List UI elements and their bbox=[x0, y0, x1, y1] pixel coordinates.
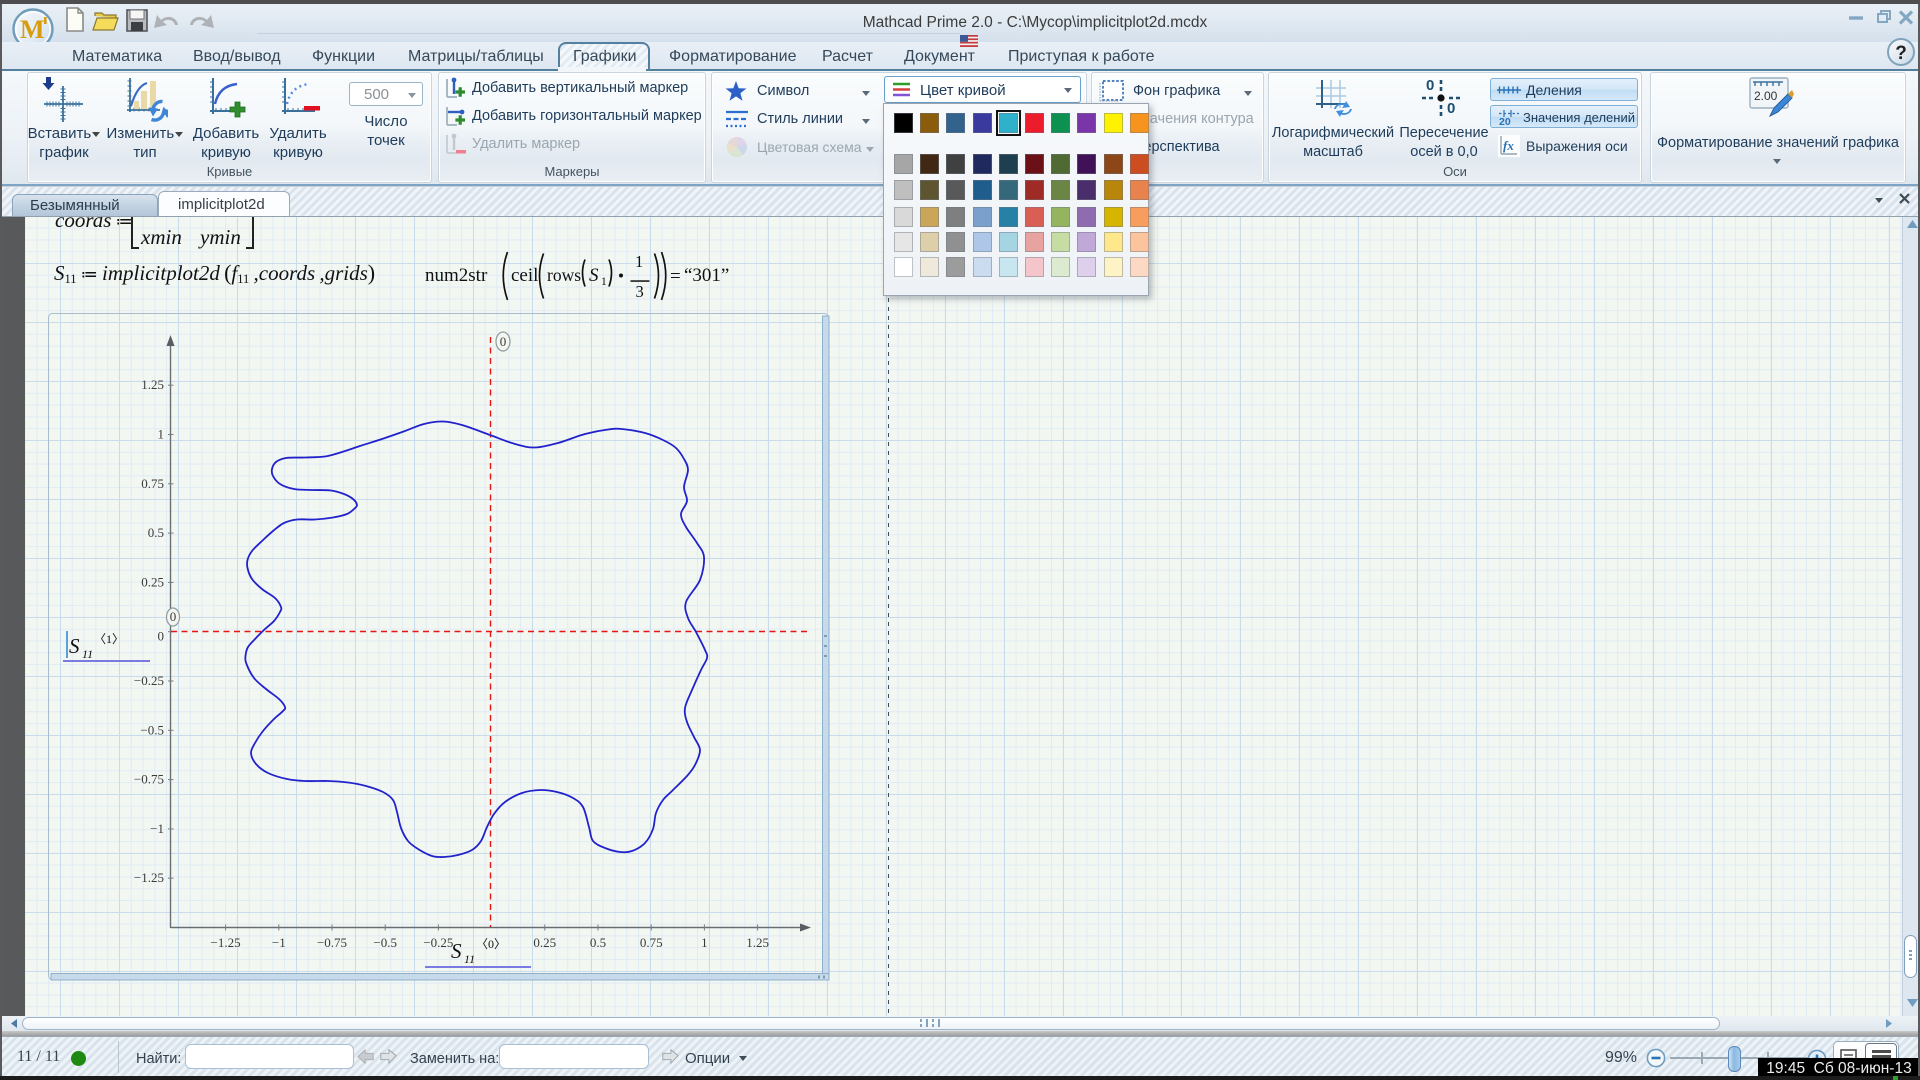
svg-text:〈1〉: 〈1〉 bbox=[94, 632, 124, 646]
svg-text:−0.5: −0.5 bbox=[373, 935, 397, 950]
svg-text:0.5: 0.5 bbox=[148, 525, 164, 540]
svg-text:fx: fx bbox=[1503, 138, 1514, 153]
svg-text:0.75: 0.75 bbox=[141, 476, 164, 491]
svg-text:0: 0 bbox=[170, 609, 177, 624]
svg-text:ceil: ceil bbox=[511, 265, 538, 286]
svg-text:−1: −1 bbox=[150, 821, 164, 836]
svg-text:num2str: num2str bbox=[425, 265, 488, 286]
svg-text:−0.25: −0.25 bbox=[423, 935, 453, 950]
svg-text:0.75: 0.75 bbox=[640, 935, 663, 950]
svg-text:〈0〉: 〈0〉 bbox=[476, 937, 506, 951]
svg-text:1.25: 1.25 bbox=[746, 935, 769, 950]
svg-text:−0.75: −0.75 bbox=[317, 935, 347, 950]
svg-text:0: 0 bbox=[158, 629, 165, 644]
svg-text:1: 1 bbox=[635, 252, 643, 271]
svg-text:0.5: 0.5 bbox=[590, 935, 606, 950]
svg-text:rows: rows bbox=[547, 265, 581, 285]
svg-text:0: 0 bbox=[1426, 78, 1434, 94]
svg-text:0: 0 bbox=[1447, 100, 1455, 117]
svg-text:0.25: 0.25 bbox=[533, 935, 556, 950]
svg-text:−1.25: −1.25 bbox=[211, 935, 241, 950]
svg-text:3: 3 bbox=[636, 282, 644, 301]
svg-text:0: 0 bbox=[500, 334, 507, 349]
svg-text:1: 1 bbox=[158, 427, 165, 442]
svg-text:11: 11 bbox=[464, 952, 475, 966]
svg-text:−0.5: −0.5 bbox=[140, 722, 164, 737]
svg-text:=: = bbox=[670, 266, 681, 287]
svg-text:S: S bbox=[451, 939, 462, 963]
svg-text:?: ? bbox=[1895, 43, 1907, 64]
svg-text:−1.25: −1.25 bbox=[134, 870, 164, 885]
svg-text:−0.75: −0.75 bbox=[134, 772, 164, 787]
svg-text:“301”: “301” bbox=[684, 265, 729, 286]
svg-text:S: S bbox=[589, 265, 599, 286]
svg-text:−1: −1 bbox=[272, 935, 286, 950]
svg-text:S: S bbox=[69, 634, 80, 658]
svg-text:11: 11 bbox=[82, 647, 93, 661]
svg-text:M: M bbox=[20, 15, 45, 44]
svg-text:2.00: 2.00 bbox=[1754, 89, 1778, 103]
svg-text:−0.25: −0.25 bbox=[134, 673, 164, 688]
svg-text:1: 1 bbox=[601, 276, 607, 288]
svg-text:1.25: 1.25 bbox=[141, 377, 164, 392]
svg-text:0.25: 0.25 bbox=[141, 574, 164, 589]
svg-text:20: 20 bbox=[1499, 116, 1511, 126]
svg-text:1: 1 bbox=[701, 935, 708, 950]
